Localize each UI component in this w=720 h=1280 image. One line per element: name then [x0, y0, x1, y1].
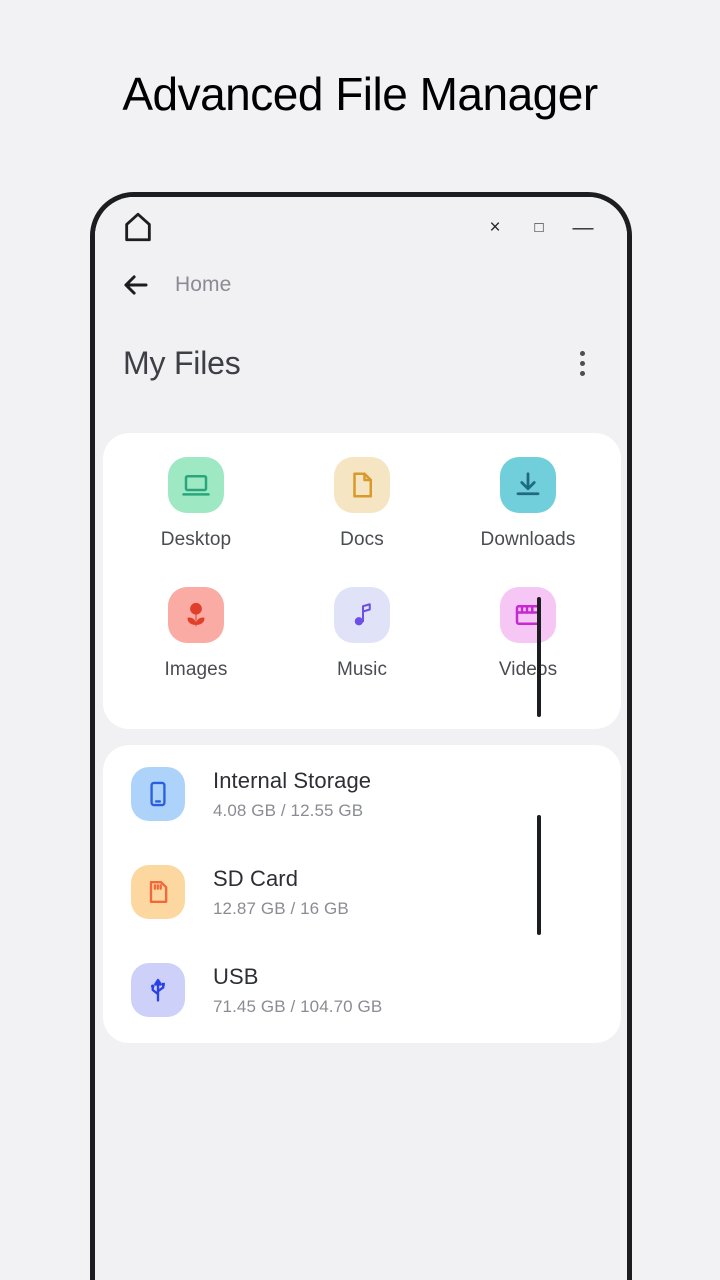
storage-usage: 4.08 GB / 12.55 GB [213, 800, 364, 820]
storage-row-text: Internal Storage 4.08 GB / 12.55 GB [213, 768, 371, 821]
shortcut-label: Docs [340, 529, 384, 550]
phone-icon [131, 767, 185, 821]
storage-name: SD Card [213, 865, 299, 891]
storage-row-internal[interactable]: Internal Storage 4.08 GB / 12.55 GB [103, 745, 621, 843]
phone-screen: × □ — Home My Files Desktop Docs Downloa… [95, 197, 627, 1280]
usb-icon [131, 963, 185, 1017]
window-minimize-button[interactable]: — [561, 207, 605, 247]
section-title: My Files [123, 344, 241, 381]
phone-side-button-upper [537, 597, 541, 717]
laptop-icon [168, 457, 224, 513]
more-vertical-icon[interactable] [567, 346, 597, 380]
breadcrumb: Home [95, 257, 627, 313]
window-maximize-button[interactable]: □ [517, 207, 561, 247]
storage-usage: 71.45 GB / 104.70 GB [213, 996, 383, 1016]
flower-icon [168, 587, 224, 643]
storage-card: Internal Storage 4.08 GB / 12.55 GB SD C… [103, 745, 621, 1043]
storage-row-usb[interactable]: USB 71.45 GB / 104.70 GB [103, 941, 621, 1039]
storage-row-text: SD Card 12.87 GB / 16 GB [213, 866, 349, 919]
shortcut-desktop[interactable]: Desktop [113, 457, 279, 587]
shortcut-label: Downloads [480, 529, 576, 550]
shortcut-label: Music [336, 659, 388, 680]
document-icon [334, 457, 390, 513]
shortcut-videos[interactable]: Videos [445, 587, 611, 717]
breadcrumb-label[interactable]: Home [175, 273, 231, 297]
shortcut-docs[interactable]: Docs [279, 457, 445, 587]
storage-row-text: USB 71.45 GB / 104.70 GB [213, 964, 382, 1017]
phone-side-button-lower [537, 815, 541, 935]
storage-usage: 12.87 GB / 16 GB [213, 898, 349, 918]
window-title-bar: × □ — [95, 197, 627, 257]
shortcuts-card: Desktop Docs Downloads Images Music Vide… [103, 433, 621, 729]
shortcut-downloads[interactable]: Downloads [445, 457, 611, 587]
section-header: My Files [95, 323, 627, 403]
download-icon [500, 457, 556, 513]
storage-row-sdcard[interactable]: SD Card 12.87 GB / 16 GB [103, 843, 621, 941]
shortcut-images[interactable]: Images [113, 587, 279, 717]
page-title: Advanced File Manager [122, 68, 598, 120]
back-arrow-icon[interactable] [121, 270, 151, 300]
shortcut-label: Videos [498, 659, 558, 680]
window-controls: × □ — [473, 207, 605, 247]
shortcut-label: Images [164, 659, 228, 680]
storage-name: USB [213, 963, 259, 989]
sd-card-icon [131, 865, 185, 919]
shortcuts-grid: Desktop Docs Downloads Images Music Vide… [103, 433, 621, 717]
storage-name: Internal Storage [213, 767, 372, 793]
window-close-button[interactable]: × [473, 207, 517, 247]
phone-mockup-frame: × □ — Home My Files Desktop Docs Downloa… [90, 192, 632, 1280]
home-icon[interactable] [121, 210, 155, 244]
shortcut-music[interactable]: Music [279, 587, 445, 717]
shortcut-label: Desktop [160, 529, 232, 550]
music-note-icon [334, 587, 390, 643]
clapperboard-icon [500, 587, 556, 643]
